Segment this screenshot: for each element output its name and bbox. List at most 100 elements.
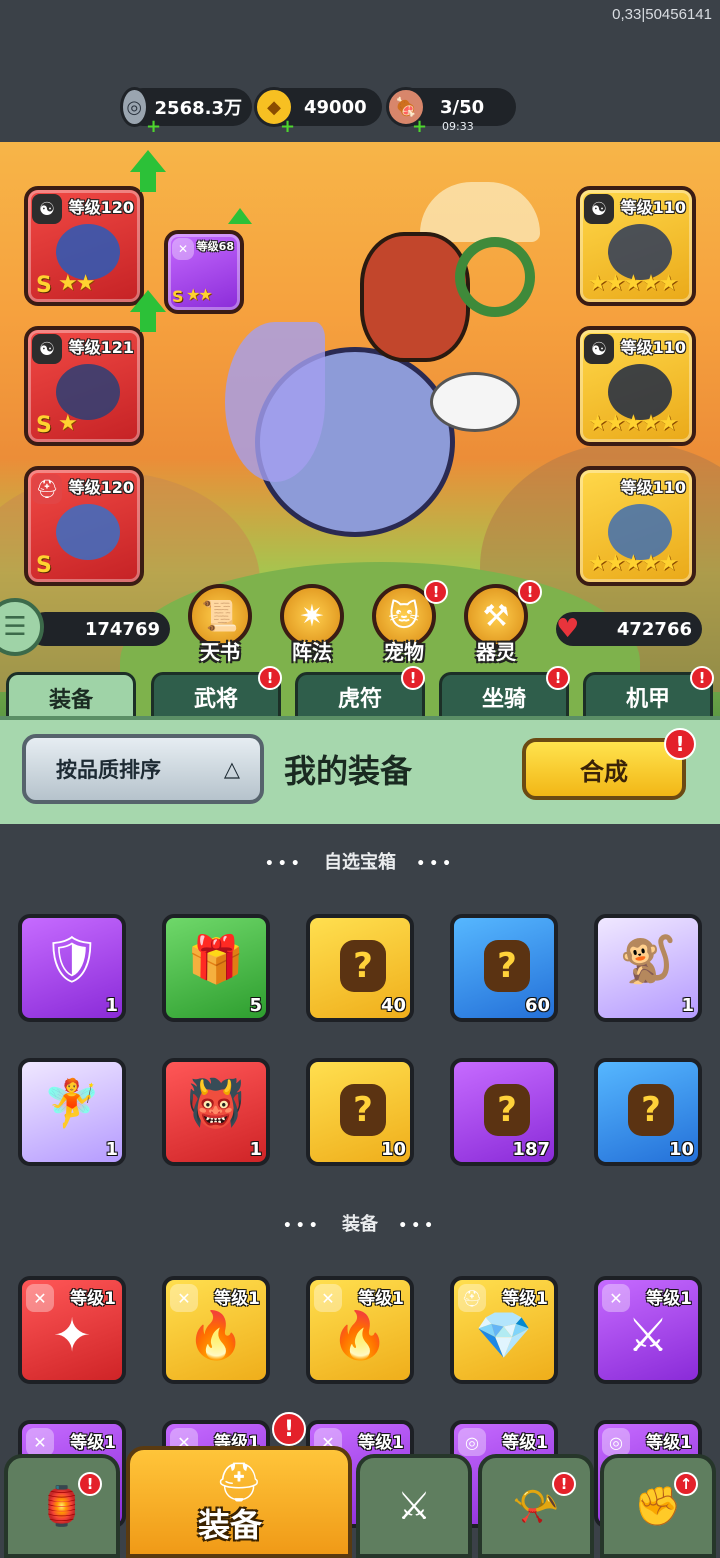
category-tabs: 装备 武将 虎符 坐骑 机甲 — [0, 672, 720, 720]
dots-decoration: ••• — [264, 856, 304, 872]
equipment-card[interactable]: ✕ 等级1 🔥 — [162, 1276, 270, 1384]
slot-grade: S — [36, 273, 52, 298]
nav-shop[interactable]: 🏮 — [4, 1454, 120, 1558]
horn-icon: 📯 — [512, 1483, 560, 1528]
chest-card[interactable]: ? 40 — [306, 914, 414, 1022]
stamina-value: 3/50 — [440, 96, 485, 118]
silver-coin-icon: ◎ — [120, 87, 149, 127]
equip-slot-helmet[interactable]: ⛑ 等级120 S — [24, 466, 144, 586]
equipment-card[interactable]: ✕ 等级1 ⚔ — [594, 1276, 702, 1384]
slot-level: 等级120 — [68, 198, 134, 217]
gold-value: 49000 — [304, 96, 367, 118]
equip-slot-gauntlet[interactable]: ☯ 等级110 ★★★★★ — [576, 326, 696, 446]
equipment-card[interactable]: ✕ 等级1 ✦ — [18, 1276, 126, 1384]
equipment-card[interactable]: ⛑ 等级1 💎 — [450, 1276, 558, 1384]
item-count: 1 — [105, 995, 118, 1016]
item-count: 1 — [249, 1139, 262, 1160]
nav-heroes[interactable]: 📯 — [478, 1454, 594, 1558]
yinyang-icon: ☯ — [32, 334, 62, 364]
silver-value: 2568.3万 — [154, 98, 242, 119]
alert-badge: ! — [546, 666, 570, 690]
mystery-chest-icon: ? — [340, 940, 386, 992]
upgrade-arrow-icon — [130, 150, 166, 172]
alert-badge: ! — [258, 666, 282, 690]
equipment-card[interactable]: ✕ 等级1 🔥 — [306, 1276, 414, 1384]
plus-icon[interactable]: + — [280, 116, 295, 137]
item-count: 60 — [524, 995, 550, 1016]
slot-level: 等级110 — [620, 478, 686, 497]
alert-badge: ! — [690, 666, 714, 690]
sort-by-quality-dropdown[interactable]: 按品质排序 △ — [22, 734, 264, 804]
chest-card[interactable]: ? 60 — [450, 914, 558, 1022]
silver-resource[interactable]: ◎ 2568.3万 + — [120, 87, 252, 137]
equip-slot-boots[interactable]: 等级110 ★★★★★ — [576, 466, 696, 586]
scythe-icon: ⚔ — [627, 1308, 669, 1362]
upgrade-arrow-stem — [140, 312, 156, 332]
tab-equipment[interactable]: 装备 — [6, 672, 136, 720]
dove-art — [430, 372, 520, 432]
mystery-chest-icon: ? — [340, 1084, 386, 1136]
dots-decoration: ••• — [282, 1218, 322, 1234]
item-level: 等级1 — [502, 1289, 548, 1309]
mystery-chest-icon: ? — [628, 1084, 674, 1136]
item-level: 等级1 — [646, 1289, 692, 1309]
alert-badge: ! — [424, 580, 448, 604]
wing-art — [225, 322, 325, 482]
plus-icon[interactable]: + — [412, 116, 427, 137]
alert-badge: ! — [78, 1472, 102, 1496]
slot-level: 等级121 — [68, 338, 134, 357]
chest-card[interactable]: ? 10 — [306, 1058, 414, 1166]
item-count: 5 — [249, 995, 262, 1016]
upgrade-badge-icon: ↑ — [674, 1472, 698, 1496]
feature-label-pet[interactable]: 宠物 — [364, 636, 444, 665]
item-level: 等级1 — [358, 1289, 404, 1309]
plus-icon[interactable]: + — [146, 116, 161, 137]
feature-label-qiling[interactable]: 器灵 — [456, 636, 536, 665]
chest-card[interactable]: 🐒 1 — [594, 914, 702, 1022]
feature-label-tianshu[interactable]: 天书 — [180, 636, 260, 665]
item-count: 40 — [380, 995, 406, 1016]
hero-fragment-icon: 👹 — [187, 1076, 245, 1130]
alert-badge: ! — [664, 728, 696, 760]
slot-stars: ★★ — [58, 271, 95, 296]
nav-equipment-label: 装备 — [198, 1506, 263, 1544]
phoenix-weapon-icon: 🔥 — [187, 1308, 245, 1362]
chest-card[interactable]: ? 10 — [594, 1058, 702, 1166]
wreath-art — [455, 237, 535, 317]
nav-battle[interactable]: ⚔ — [356, 1454, 472, 1558]
alert-badge: ! — [552, 1472, 576, 1496]
bottom-nav: 🏮 ⛑ ⚔ 📯 ✊ — [0, 1446, 720, 1558]
hero-fragment-icon: 🐒 — [619, 932, 677, 986]
gold-resource[interactable]: ◆ 49000 + — [254, 87, 382, 137]
helmet-icon: ⛑ — [214, 1459, 264, 1504]
caret-up-icon: △ — [223, 757, 240, 781]
shield-chest-icon: 🛡 — [42, 932, 102, 986]
item-level: 等级1 — [214, 1289, 260, 1309]
equip-slot-extra[interactable]: ✕ 等级68 S ★★ — [164, 230, 244, 314]
mystery-chest-icon: ? — [484, 1084, 530, 1136]
equip-slot-necklace[interactable]: ☯ 等级121 S ★ — [24, 326, 144, 446]
slot-grade: S — [36, 413, 52, 438]
item-count: 10 — [668, 1139, 694, 1160]
equip-slot-weapon[interactable]: ☯ 等级120 S ★★ — [24, 186, 144, 306]
merge-button[interactable]: 合成 — [522, 738, 686, 800]
chest-card[interactable]: 🎁 5 — [162, 914, 270, 1022]
slot-stars: ★★ — [186, 285, 213, 304]
slot-grade: S — [36, 553, 52, 578]
chest-card[interactable]: 🧚 1 — [18, 1058, 126, 1166]
slot-stars: ★★★★★ — [588, 551, 679, 576]
item-count: 187 — [512, 1139, 550, 1160]
mystery-chest-icon: ? — [484, 940, 530, 992]
equip-slot-armor[interactable]: ☯ 等级110 ★★★★★ — [576, 186, 696, 306]
chest-card[interactable]: 🛡 1 — [18, 914, 126, 1022]
alert-badge: ! — [401, 666, 425, 690]
item-count: 1 — [105, 1139, 118, 1160]
nav-upgrade[interactable]: ✊ — [600, 1454, 716, 1558]
chest-card[interactable]: 👹 1 — [162, 1058, 270, 1166]
helmet-art — [56, 504, 120, 560]
chest-card[interactable]: ? 187 — [450, 1058, 558, 1166]
feature-label-zhenfa[interactable]: 阵法 — [272, 636, 352, 665]
hero-character-art — [360, 232, 470, 362]
dots-decoration: ••• — [398, 1218, 438, 1234]
slot-level: 等级120 — [68, 478, 134, 497]
